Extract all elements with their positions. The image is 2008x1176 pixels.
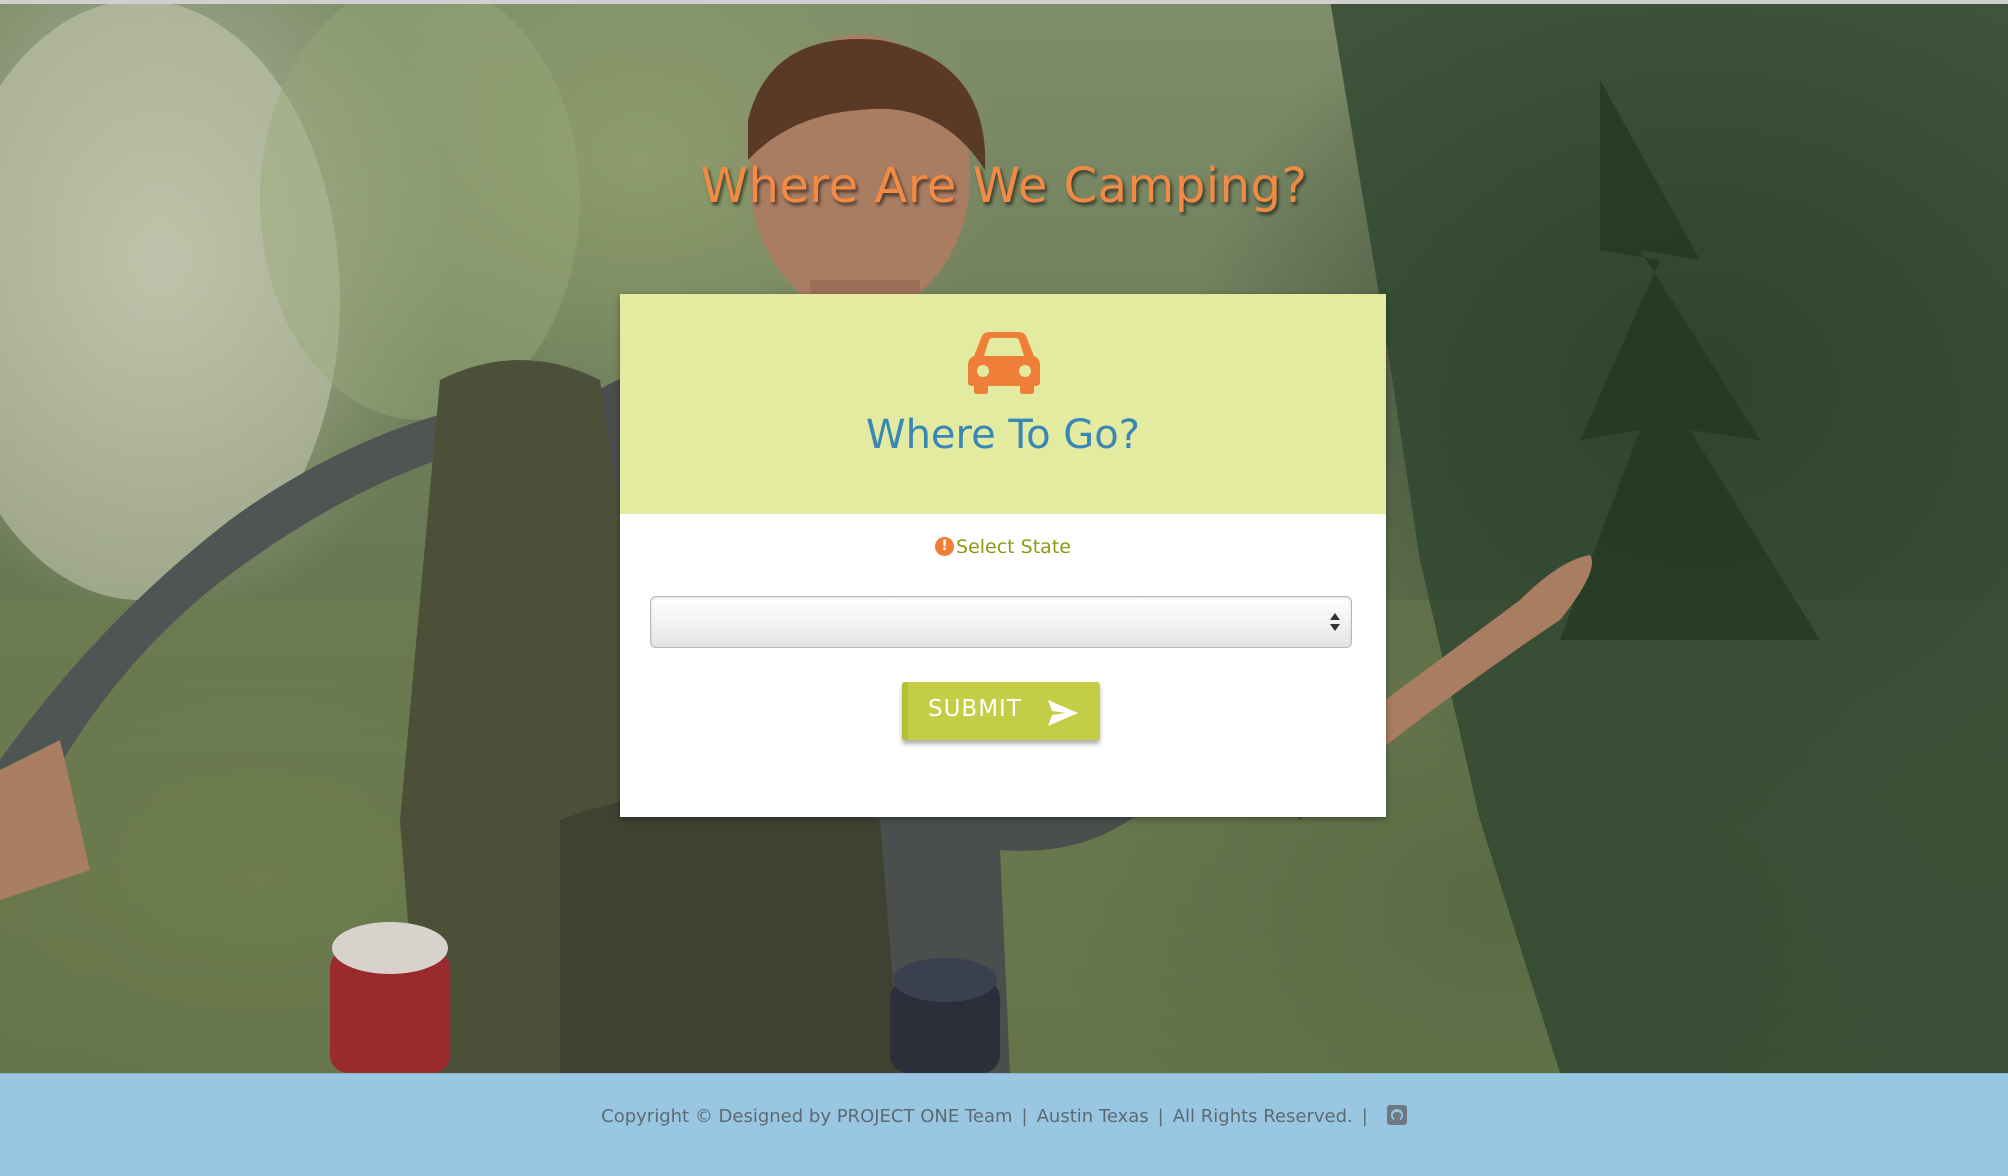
- footer-copyright: Copyright © Designed by PROJECT ONE Team: [601, 1106, 1013, 1127]
- github-icon[interactable]: [1386, 1105, 1407, 1125]
- browser-top-strip: [0, 0, 2008, 4]
- card-title: Where To Go?: [866, 412, 1140, 458]
- send-icon: [1048, 700, 1078, 726]
- card-body: ! Select State SUBMIT: [620, 514, 1386, 817]
- select-arrows-icon: [1330, 613, 1340, 631]
- submit-button-label: SUBMIT: [928, 696, 1022, 722]
- car-icon: [968, 332, 1040, 394]
- state-select-dropdown[interactable]: [650, 596, 1352, 648]
- card-header: Where To Go?: [620, 294, 1386, 514]
- select-state-label: ! Select State: [620, 536, 1386, 558]
- exclamation-circle-icon: !: [935, 537, 955, 556]
- footer-location: Austin Texas: [1036, 1106, 1149, 1127]
- submit-button[interactable]: SUBMIT: [902, 682, 1100, 740]
- page-heading: Where Are We Camping?: [700, 158, 1308, 214]
- select-state-label-text: Select State: [956, 536, 1071, 558]
- footer-separator: |: [1361, 1106, 1368, 1127]
- footer: Copyright © Designed by PROJECT ONE Team…: [0, 1073, 2008, 1176]
- footer-text: Copyright © Designed by PROJECT ONE Team…: [0, 1105, 2008, 1127]
- page: Where Are We Camping? Where To Go? ! Sele…: [0, 0, 2008, 1176]
- footer-separator: |: [1021, 1106, 1028, 1127]
- destination-form-card: Where To Go? ! Select State SUBMIT: [620, 294, 1386, 817]
- footer-separator: |: [1157, 1106, 1164, 1127]
- footer-rights: All Rights Reserved.: [1172, 1106, 1353, 1127]
